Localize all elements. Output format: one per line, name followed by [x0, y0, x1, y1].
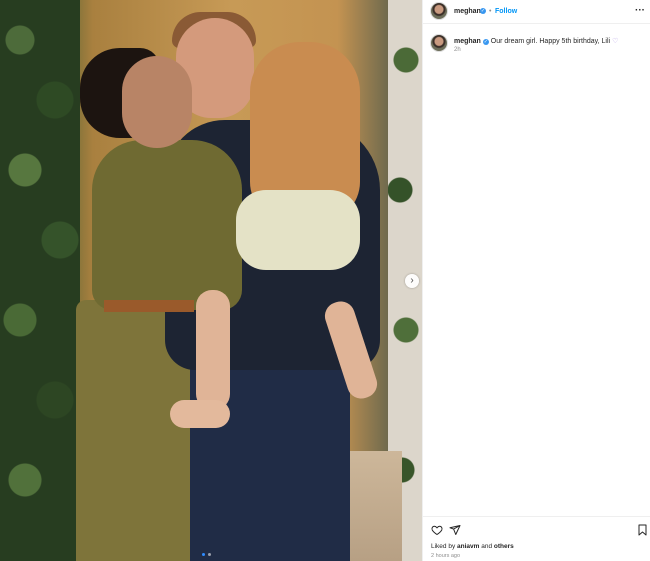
follow-button[interactable]: Follow — [495, 8, 517, 15]
carousel-dot — [208, 553, 211, 556]
post-photo[interactable]: › — [0, 0, 422, 561]
carousel-next-button[interactable]: › — [405, 274, 419, 288]
girl-leg — [196, 290, 230, 410]
woman-top — [92, 140, 242, 310]
carousel-indicator — [202, 553, 211, 556]
separator-dot: • — [489, 8, 492, 15]
foliage-left — [0, 0, 80, 561]
bookmark-icon[interactable] — [635, 523, 649, 537]
avatar[interactable] — [430, 34, 448, 52]
caption-username[interactable]: meghan — [454, 38, 481, 45]
post-date: 2 hours ago — [431, 553, 461, 559]
more-options-icon[interactable]: ··· — [635, 5, 645, 16]
verified-badge-icon: ✓ — [482, 39, 489, 45]
girl-dress — [236, 190, 360, 270]
paper-plane-icon[interactable] — [448, 523, 462, 537]
liked-by-user[interactable]: aniavm — [457, 543, 479, 550]
woman-belt — [104, 300, 194, 312]
heart-outline-icon[interactable] — [430, 523, 444, 537]
chevron-right-icon: › — [410, 275, 414, 286]
caption: meghan ✓ Our dream girl. Happy 5th birth… — [423, 30, 650, 60]
heart-emoji-icon: ♡ — [612, 38, 619, 45]
post-header: meghan ✓ • Follow ··· — [423, 0, 650, 24]
likes-joiner: and — [481, 543, 493, 550]
carousel-dot-active — [202, 553, 205, 556]
action-bar: Liked by aniavm and others 2 hours ago — [423, 516, 650, 561]
woman-face — [122, 56, 192, 148]
likes-summary: Liked by aniavm and others — [431, 543, 514, 550]
verified-badge-icon: ✓ — [480, 8, 486, 14]
caption-text: meghan ✓ Our dream girl. Happy 5th birth… — [454, 37, 618, 45]
post-side-panel: meghan ✓ • Follow ··· meghan ✓ Our dream… — [422, 0, 650, 561]
avatar[interactable] — [430, 2, 448, 20]
likes-others[interactable]: others — [494, 543, 514, 550]
post-time: 2h — [454, 47, 461, 53]
likes-prefix: Liked by — [431, 543, 456, 550]
caption-body: Our dream girl. Happy 5th birthday, Lili — [490, 38, 611, 45]
username[interactable]: meghan — [454, 8, 481, 15]
girl-foot — [170, 400, 230, 428]
